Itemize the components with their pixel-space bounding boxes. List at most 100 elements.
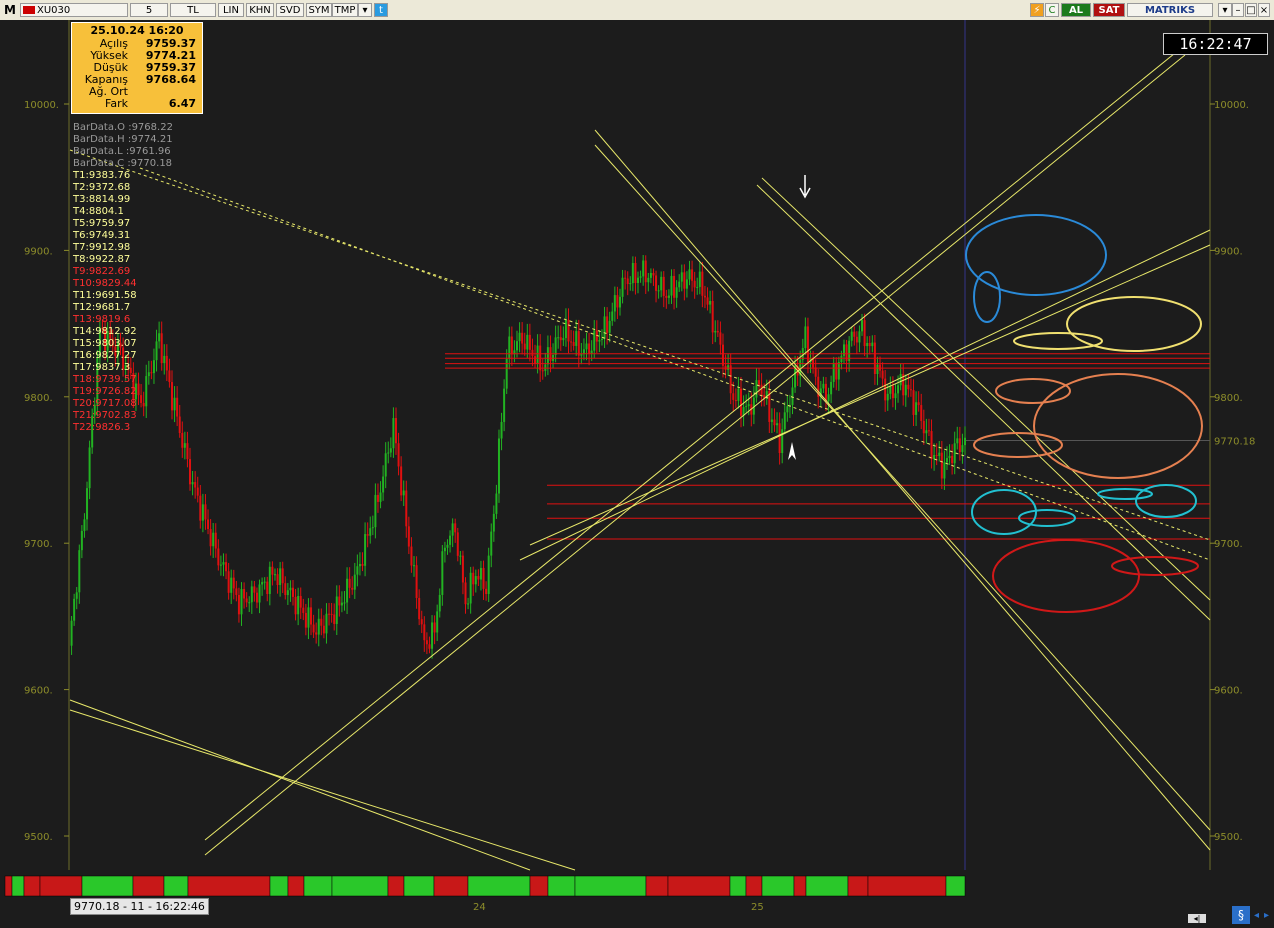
bar-strip-segment xyxy=(433,875,469,897)
candle-body xyxy=(487,555,490,595)
candle-body xyxy=(86,488,89,520)
bar-strip-segment xyxy=(645,875,669,897)
bar-strip-segment xyxy=(867,875,947,897)
candle-body xyxy=(824,383,827,402)
candle-body xyxy=(140,395,143,403)
candle-body xyxy=(255,592,258,603)
candle-body xyxy=(366,534,369,536)
chart-area[interactable]: 10000. 10000. 9900. 9900. 9800. 9800. 9700. 970… xyxy=(0,20,1274,928)
candle-body xyxy=(335,596,338,624)
candle-body xyxy=(88,447,91,489)
candle-body xyxy=(886,393,889,401)
candle-body xyxy=(706,297,709,305)
candle-body xyxy=(536,345,539,364)
y-tick-label: 10000. xyxy=(1214,100,1249,111)
candle-body xyxy=(649,272,652,278)
trend-line xyxy=(594,144,1211,831)
minimize-icon[interactable]: – xyxy=(1232,3,1244,17)
candle-body xyxy=(258,584,261,603)
lightning-icon[interactable]: ⚡ xyxy=(1030,3,1044,17)
lin-button[interactable]: LIN xyxy=(218,3,244,17)
candle-body xyxy=(503,388,506,422)
symbol-selector[interactable]: XU030 xyxy=(20,3,128,17)
candle-body xyxy=(758,380,761,385)
bardata-low: BarData.L :9761.96 xyxy=(73,146,171,157)
candle-body xyxy=(428,644,431,649)
candle-body xyxy=(364,534,367,566)
svd-button[interactable]: SVD xyxy=(276,3,304,17)
buy-button[interactable]: AL xyxy=(1061,3,1091,17)
candle-body xyxy=(165,355,168,371)
maximize-icon[interactable]: □ xyxy=(1245,3,1257,17)
clock-display: 16:22:47 xyxy=(1163,33,1268,55)
dropdown-arrow-icon[interactable]: ▾ xyxy=(1218,3,1232,17)
candle-body xyxy=(137,383,140,396)
candle-body xyxy=(415,565,418,598)
candle-body xyxy=(554,337,557,355)
nav-left-icon[interactable]: ◂ xyxy=(1254,910,1263,922)
candle-body xyxy=(80,530,83,551)
candle-body xyxy=(243,589,246,599)
candle-body xyxy=(315,632,318,635)
candle-body xyxy=(438,594,441,612)
candle-body xyxy=(899,373,902,386)
candle-body xyxy=(266,581,269,594)
level-label: T6:9749.31 xyxy=(73,230,131,241)
candle-body xyxy=(719,332,722,345)
bar-strip-segment xyxy=(387,875,405,897)
price-chart[interactable]: 10000. 10000. 9900. 9900. 9800. 9800. 9700. 970… xyxy=(0,20,1274,928)
candle-body xyxy=(698,271,701,287)
twitter-icon[interactable]: t xyxy=(374,3,388,17)
candle-body xyxy=(402,490,405,496)
level-label: T11:9691.58 xyxy=(73,290,137,301)
ohlc-row-change: Fark 6.47 xyxy=(72,98,202,110)
dropdown-arrow-icon[interactable]: ▾ xyxy=(358,3,372,17)
khn-button[interactable]: KHN xyxy=(246,3,274,17)
period-selector[interactable]: 5 xyxy=(130,3,168,17)
scroll-left-icon[interactable]: ◂| xyxy=(1188,914,1206,923)
candle-body xyxy=(392,418,395,449)
app-logo[interactable]: M xyxy=(2,3,18,17)
candle-body xyxy=(189,459,192,485)
sell-button[interactable]: SAT xyxy=(1093,3,1125,17)
down-arrow-marker xyxy=(799,175,811,199)
bar-strip-segment xyxy=(745,875,763,897)
settings-icon[interactable]: § xyxy=(1232,906,1250,924)
candle-body xyxy=(245,598,248,603)
candle-body xyxy=(835,362,838,380)
candle-body xyxy=(181,432,184,448)
sym-button[interactable]: SYM xyxy=(306,3,332,17)
level-label: T22:9826.3 xyxy=(73,422,131,433)
candle-body xyxy=(160,333,163,364)
candle-body xyxy=(186,443,189,460)
candle-body xyxy=(276,574,279,585)
candle-body xyxy=(304,612,307,628)
candle-body xyxy=(534,356,537,364)
candle-body xyxy=(78,550,81,593)
candle-body xyxy=(333,614,336,624)
bar-strip-segment xyxy=(729,875,747,897)
candle-body xyxy=(286,590,289,596)
candle-body xyxy=(83,519,86,531)
candle-body xyxy=(696,286,699,288)
annotation-ellipse xyxy=(973,432,1063,458)
tmp-button[interactable]: TMP xyxy=(332,3,358,17)
candle-body xyxy=(943,462,946,479)
candle-body xyxy=(776,423,779,426)
candle-body xyxy=(562,338,565,341)
candle-body xyxy=(608,320,611,333)
nav-right-icon[interactable]: ▸ xyxy=(1264,910,1273,922)
bar-strip-segment xyxy=(269,875,289,897)
refresh-icon[interactable]: C xyxy=(1045,3,1059,17)
candle-body xyxy=(168,370,171,383)
candle-body xyxy=(855,336,858,343)
candle-body xyxy=(176,397,179,417)
candle-body xyxy=(191,482,194,485)
candle-body xyxy=(263,581,266,583)
ohlc-info-box: 25.10.24 16:20 Açılış 9759.37 Yüksek 9774.… xyxy=(71,22,203,114)
candle-body xyxy=(302,607,305,613)
brand-label: MATRIKS xyxy=(1127,3,1213,17)
currency-selector[interactable]: TL xyxy=(170,3,216,17)
close-icon[interactable]: × xyxy=(1258,3,1270,17)
candle-body xyxy=(425,640,428,645)
